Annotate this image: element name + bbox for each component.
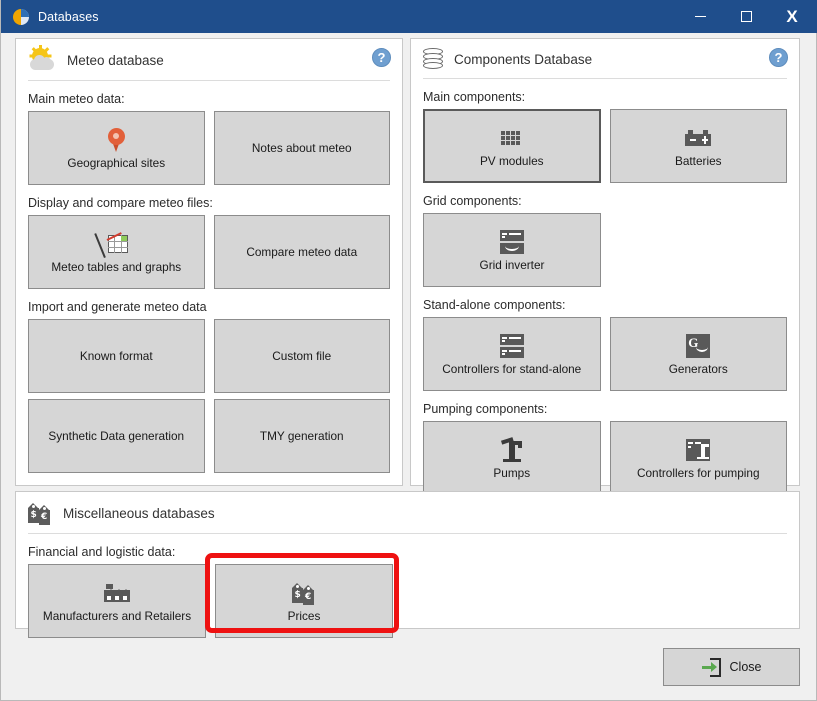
button-label: Controllers for pumping <box>636 465 760 480</box>
title-bar: Databases X <box>1 0 817 33</box>
group-label-pumping-components: Pumping components: <box>423 402 548 416</box>
grid-inverter-icon <box>500 229 524 255</box>
button-row-display-compare: Meteo tables and graphs Compare meteo da… <box>16 215 402 289</box>
battery-icon <box>685 125 712 151</box>
button-label: Prices <box>287 608 321 623</box>
button-manufacturers-and-retailers[interactable]: Manufacturers and Retailers <box>28 564 206 638</box>
close-button[interactable]: Close <box>663 648 800 686</box>
minimize-icon <box>694 16 706 17</box>
button-label: Compare meteo data <box>246 244 358 259</box>
button-synthetic-data-generation[interactable]: Synthetic Data generation <box>28 399 205 473</box>
button-grid-inverter[interactable]: Grid inverter <box>423 213 601 287</box>
button-batteries[interactable]: Batteries <box>609 109 787 183</box>
button-compare-meteo-data[interactable]: Compare meteo data <box>213 215 390 289</box>
misc-panel-title: Miscellaneous databases <box>63 505 215 521</box>
maximize-button[interactable] <box>723 0 769 33</box>
button-label: Synthetic Data generation <box>48 428 185 443</box>
button-notes-about-meteo[interactable]: Notes about meteo <box>213 111 390 185</box>
database-cylinder-icon <box>423 48 443 70</box>
components-panel-header: Components Database ? <box>411 39 799 70</box>
button-label: Custom file <box>272 348 332 363</box>
button-tmy-generation[interactable]: TMY generation <box>213 399 390 473</box>
miscellaneous-databases-panel: $ € Miscellaneous databases Financial an… <box>15 491 800 638</box>
button-label: PV modules <box>479 153 544 168</box>
group-label-import-generate: Import and generate meteo data <box>28 300 207 314</box>
chart-table-icon <box>94 231 129 258</box>
close-icon: X <box>786 7 798 26</box>
button-known-format[interactable]: Known format <box>28 319 205 393</box>
maximize-icon <box>740 11 752 22</box>
button-prices[interactable]: $ € Prices <box>215 564 393 638</box>
group-label-financial-logistic: Financial and logistic data: <box>28 545 176 559</box>
databases-window: Databases X Meteo database ? Main meteo … <box>0 0 817 701</box>
controller-icon <box>499 333 524 359</box>
close-button-label: Close <box>729 660 762 674</box>
button-row-import-1: Known format Custom file <box>16 319 402 393</box>
button-row-main-meteo: Geographical sites Notes about meteo <box>16 111 402 185</box>
group-label-grid-components: Grid components: <box>423 194 522 208</box>
help-icon-components[interactable]: ? <box>769 48 788 67</box>
group-label-display-compare: Display and compare meteo files: <box>28 196 213 210</box>
button-label: Geographical sites <box>67 155 166 170</box>
exit-arrow-icon <box>701 657 721 677</box>
button-geographical-sites[interactable]: Geographical sites <box>28 111 205 185</box>
components-database-panel: Components Database ? Main components: P… <box>410 38 800 495</box>
factory-icon <box>104 580 130 606</box>
button-label: Meteo tables and graphs <box>51 259 182 274</box>
generator-icon: G <box>686 333 711 359</box>
button-label: Batteries <box>674 153 722 168</box>
price-tags-icon: $ € <box>292 580 316 606</box>
pump-icon <box>500 437 523 463</box>
button-controllers-for-stand-alone[interactable]: Controllers for stand-alone <box>423 317 601 391</box>
help-icon-meteo[interactable]: ? <box>372 48 391 67</box>
app-pie-icon <box>13 8 29 25</box>
button-label: Pumps <box>493 465 531 480</box>
misc-panel-divider <box>28 533 787 534</box>
button-label: Notes about meteo <box>251 140 352 155</box>
button-custom-file[interactable]: Custom file <box>213 319 390 393</box>
button-meteo-tables-and-graphs[interactable]: Meteo tables and graphs <box>28 215 205 289</box>
sun-cloud-icon <box>28 45 56 72</box>
map-pin-icon <box>107 127 125 153</box>
misc-panel-header: $ € Miscellaneous databases <box>16 492 799 525</box>
meteo-panel-title: Meteo database <box>67 52 164 68</box>
button-row-standalone-components: Controllers for stand-alone G Generators <box>411 317 799 391</box>
components-panel-divider <box>423 78 787 79</box>
pump-controller-icon <box>686 437 711 463</box>
meteo-panel-divider <box>28 80 390 81</box>
meteo-database-panel: Meteo database ? Main meteo data: Geogra… <box>15 38 403 486</box>
button-label: Manufacturers and Retailers <box>42 608 192 623</box>
components-panel-title: Components Database <box>454 51 593 67</box>
minimize-button[interactable] <box>677 0 723 33</box>
group-label-main-meteo: Main meteo data: <box>28 92 125 106</box>
button-pv-modules[interactable]: PV modules <box>423 109 601 183</box>
meteo-panel-header: Meteo database ? <box>16 39 402 72</box>
button-label: Known format <box>79 348 153 363</box>
group-label-main-components: Main components: <box>423 90 526 104</box>
button-row-import-2: Synthetic Data generation TMY generation <box>16 399 402 473</box>
button-generators[interactable]: G Generators <box>609 317 787 391</box>
window-title: Databases <box>38 9 99 24</box>
button-label: TMY generation <box>259 428 344 443</box>
button-pumps[interactable]: Pumps <box>423 421 601 495</box>
pv-module-icon <box>499 125 525 151</box>
button-row-main-components: PV modules Batteries <box>411 109 799 183</box>
group-label-standalone-components: Stand-alone components: <box>423 298 566 312</box>
button-label: Generators <box>668 361 728 376</box>
button-controllers-for-pumping[interactable]: Controllers for pumping <box>609 421 787 495</box>
price-tags-icon: $ € <box>28 501 52 525</box>
button-row-pumping-components: Pumps Controllers for pumping <box>411 421 799 495</box>
button-label: Controllers for stand-alone <box>442 361 582 376</box>
button-label: Grid inverter <box>479 257 545 272</box>
button-row-grid-components: Grid inverter <box>411 213 799 287</box>
close-window-button[interactable]: X <box>769 0 815 33</box>
button-row-financial-logistic: Manufacturers and Retailers $ € Prices <box>16 564 799 638</box>
